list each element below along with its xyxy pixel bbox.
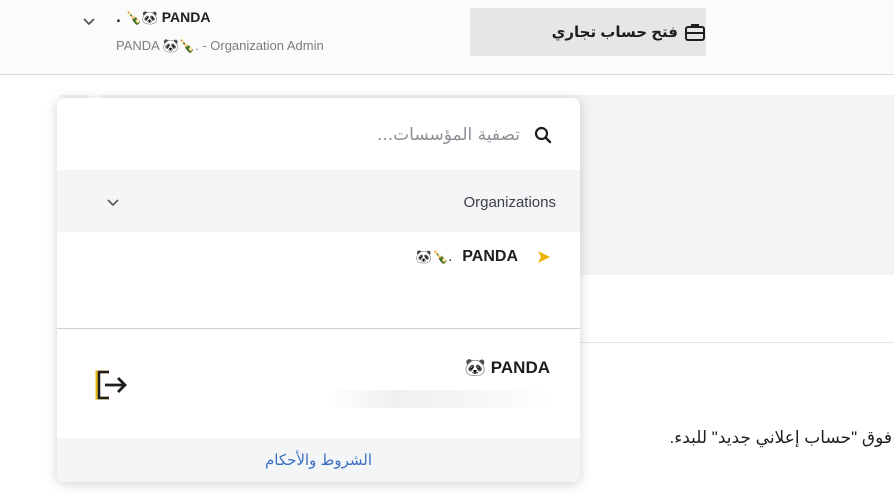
- account-name-emoji: . 🍾🐼: [116, 11, 158, 26]
- page-instruction-text: فوق "حساب إعلاني جديد" للبدء.: [669, 428, 893, 447]
- dropdown-divider: [57, 328, 580, 329]
- organization-emoji: 🐼🍾.: [415, 249, 453, 265]
- open-business-account-button[interactable]: فتح حساب تجاري: [470, 8, 706, 56]
- organization-list-item[interactable]: 🐼🍾. PANDA: [416, 248, 552, 266]
- chevron-down-icon[interactable]: [105, 194, 121, 210]
- organization-name: PANDA: [462, 248, 518, 265]
- account-name[interactable]: . 🍾🐼 PANDA: [116, 9, 210, 26]
- terms-and-conditions-link[interactable]: الشروط والأحكام: [265, 451, 372, 469]
- organizations-label: Organizations: [463, 194, 556, 211]
- search-row: [57, 98, 580, 170]
- search-icon: [534, 126, 552, 144]
- organization-dropdown: Organizations 🐼🍾. PANDA 🐼 PANDA الشروط و…: [57, 98, 580, 482]
- play-icon: [538, 251, 550, 263]
- top-bar: . 🍾🐼 PANDA PANDA 🐼🍾. - Organization Admi…: [0, 0, 894, 75]
- dropdown-footer: الشروط والأحكام: [57, 438, 580, 482]
- briefcase-icon: [685, 24, 705, 41]
- redacted-text: [327, 390, 552, 408]
- account-name-text: PANDA: [161, 9, 211, 25]
- chevron-down-icon[interactable]: [80, 12, 98, 30]
- open-business-account-label: فتح حساب تجاري: [551, 24, 678, 41]
- account-subtitle: PANDA 🐼🍾. - Organization Admin: [116, 38, 324, 53]
- logout-icon[interactable]: [93, 366, 133, 406]
- user-name: 🐼 PANDA: [464, 358, 550, 377]
- organization-filter-input[interactable]: [98, 120, 522, 150]
